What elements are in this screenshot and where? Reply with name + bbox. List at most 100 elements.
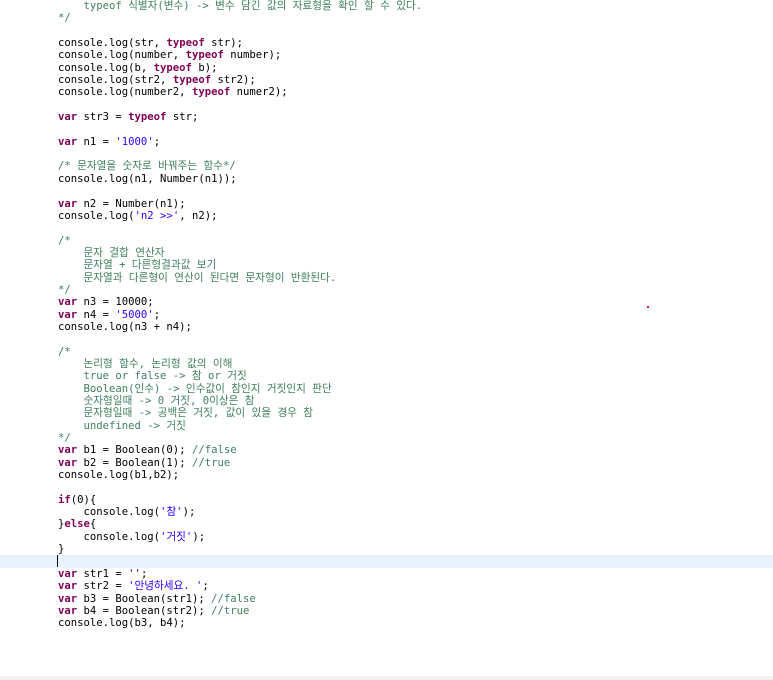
current-line[interactable]	[0, 555, 773, 568]
code-line[interactable]: console.log(str, typeof str);	[0, 37, 773, 49]
comment-token: //true	[211, 604, 250, 617]
text-cursor	[57, 555, 58, 568]
code-token: ;	[202, 580, 209, 593]
code-line[interactable]: var str1 = '';	[0, 568, 773, 580]
code-line[interactable]: /*	[0, 346, 773, 358]
code-line[interactable]: console.log(number, typeof number);	[0, 49, 773, 61]
code-token: b);	[191, 61, 218, 74]
comment-text: 문자형일때 -> 공백은 거짓, 값이 있을 경우 참	[58, 407, 313, 420]
code-line[interactable]: 문자 결합 연산자	[0, 247, 773, 259]
code-token: b3 = Boolean(str1);	[77, 592, 212, 605]
code-line[interactable]: Boolean(인수) -> 인수값이 참인지 거짓인지 판단	[0, 383, 773, 395]
keyword-token: var	[58, 567, 78, 580]
code-line[interactable]: var b3 = Boolean(str1); //false	[0, 593, 773, 605]
code-line[interactable]: var n2 = Number(n1);	[0, 198, 773, 210]
code-token: console.log(	[58, 530, 161, 543]
comment-text: */	[58, 12, 71, 25]
code-line[interactable]	[0, 222, 773, 234]
keyword-token: var	[58, 456, 78, 469]
code-token: n4 =	[77, 308, 116, 321]
code-line[interactable]: 문자형일때 -> 공백은 거짓, 값이 있을 경우 참	[0, 407, 773, 419]
code-token: console.log(n3 + n4);	[58, 320, 192, 333]
string-token: ''	[128, 567, 141, 580]
comment-text: /*	[58, 234, 71, 247]
code-line[interactable]: 숫자형일때 -> 0 거짓, 0이상은 참	[0, 395, 773, 407]
string-token: '1000'	[115, 135, 154, 148]
code-line[interactable]: console.log(b3, b4);	[0, 617, 773, 629]
code-line[interactable]: }else{	[0, 518, 773, 530]
code-line[interactable]	[0, 25, 773, 37]
code-token: );	[192, 530, 206, 543]
code-token: console.log(number,	[58, 49, 186, 62]
code-token: console.log(n1, Number(n1));	[58, 172, 237, 185]
code-line[interactable]: */	[0, 284, 773, 296]
code-line[interactable]: console.log(b1,b2);	[0, 469, 773, 481]
code-token: n3 = 10000;	[77, 296, 154, 309]
code-line[interactable]	[0, 333, 773, 345]
comment-text: 문자열과 다른형이 연산이 된다면 문자형이 반환된다.	[58, 271, 337, 284]
code-line[interactable]: var n4 = '5000';	[0, 309, 773, 321]
comment-text: */	[58, 432, 71, 445]
code-line[interactable]: true or false -> 참 or 거짓	[0, 370, 773, 382]
code-line[interactable]: if(0){	[0, 494, 773, 506]
code-line[interactable]: 문자열과 다른형이 연산이 된다면 문자형이 반환된다.	[0, 272, 773, 284]
code-line[interactable]: console.log('거짓');	[0, 531, 773, 543]
code-line[interactable]	[0, 185, 773, 197]
code-line[interactable]: var n1 = '1000';	[0, 136, 773, 148]
code-line[interactable]: console.log(n1, Number(n1));	[0, 173, 773, 185]
code-line[interactable]: 문자열 + 다른형결과값 보기	[0, 259, 773, 271]
comment-text: 문자열 + 다른형결과값 보기	[58, 259, 217, 272]
code-line[interactable]: console.log('참');	[0, 506, 773, 518]
code-token: );	[182, 506, 196, 519]
comment-text: Boolean(인수) -> 인수값이 참인지 거짓인지 판단	[58, 382, 332, 395]
code-token: {	[89, 518, 97, 531]
code-line[interactable]: */	[0, 432, 773, 444]
code-line[interactable]: console.log('n2 >>', n2);	[0, 210, 773, 222]
code-line[interactable]: console.log(n3 + n4);	[0, 321, 773, 333]
code-line[interactable]: var str2 = '안녕하세요. ';	[0, 580, 773, 592]
keyword-token: typeof	[166, 37, 205, 50]
code-line[interactable]: undefined -> 거짓	[0, 420, 773, 432]
code-line[interactable]: /*	[0, 235, 773, 247]
keyword-token: typeof	[172, 74, 212, 87]
code-token: console.log(b3, b4);	[58, 617, 186, 630]
code-line[interactable]: var n3 = 10000;	[0, 296, 773, 308]
code-line[interactable]: }	[0, 543, 773, 555]
comment-text: */	[58, 283, 71, 296]
string-token: 'n2 >>'	[134, 209, 180, 222]
comment-text: 논리형 함수, 논리형 값의 이해	[58, 357, 233, 370]
code-line[interactable]: typeof 식별자(변수) -> 변수 담긴 값의 자료형을 확인 할 수 있…	[0, 0, 773, 12]
code-line[interactable]: console.log(str2, typeof str2);	[0, 74, 773, 86]
code-line[interactable]: var b4 = Boolean(str2); //true	[0, 605, 773, 617]
code-line[interactable]: /* 문자열을 숫자로 바꿔주는 함수*/	[0, 160, 773, 172]
comment-text: 문자 결합 연산자	[58, 246, 165, 259]
comment-token: //true	[191, 456, 231, 469]
code-token: b1 = Boolean(0);	[77, 444, 192, 457]
code-line[interactable]: */	[0, 12, 773, 24]
code-line[interactable]	[0, 481, 773, 493]
code-token: console.log(b1,b2);	[58, 469, 180, 482]
code-line[interactable]: console.log(number2, typeof numer2);	[0, 86, 773, 98]
comment-text: undefined -> 거짓	[58, 419, 186, 432]
code-line[interactable]	[0, 123, 773, 135]
string-token: '참'	[160, 506, 183, 519]
code-token: console.log(str2,	[58, 74, 173, 87]
keyword-token: var	[58, 444, 78, 457]
code-token: (0){	[70, 493, 97, 506]
code-line[interactable]: var b2 = Boolean(1); //true	[0, 457, 773, 469]
keyword-token: var	[58, 580, 78, 593]
code-line[interactable]: 논리형 함수, 논리형 값의 이해	[0, 358, 773, 370]
overview-marker	[647, 306, 649, 308]
code-line[interactable]: var str3 = typeof str;	[0, 111, 773, 123]
code-token: ;	[140, 567, 148, 580]
code-line[interactable]: console.log(b, typeof b);	[0, 62, 773, 74]
keyword-token: typeof	[128, 111, 167, 124]
code-token: number);	[223, 49, 282, 62]
horizontal-scrollbar[interactable]	[0, 676, 773, 680]
keyword-token: var	[58, 592, 78, 605]
code-line[interactable]: var b1 = Boolean(0); //false	[0, 444, 773, 456]
code-line[interactable]	[0, 148, 773, 160]
code-line[interactable]	[0, 99, 773, 111]
code-editor[interactable]: typeof 식별자(변수) -> 변수 담긴 값의 자료형을 확인 할 수 있…	[0, 0, 773, 680]
string-token: '5000'	[115, 308, 154, 321]
